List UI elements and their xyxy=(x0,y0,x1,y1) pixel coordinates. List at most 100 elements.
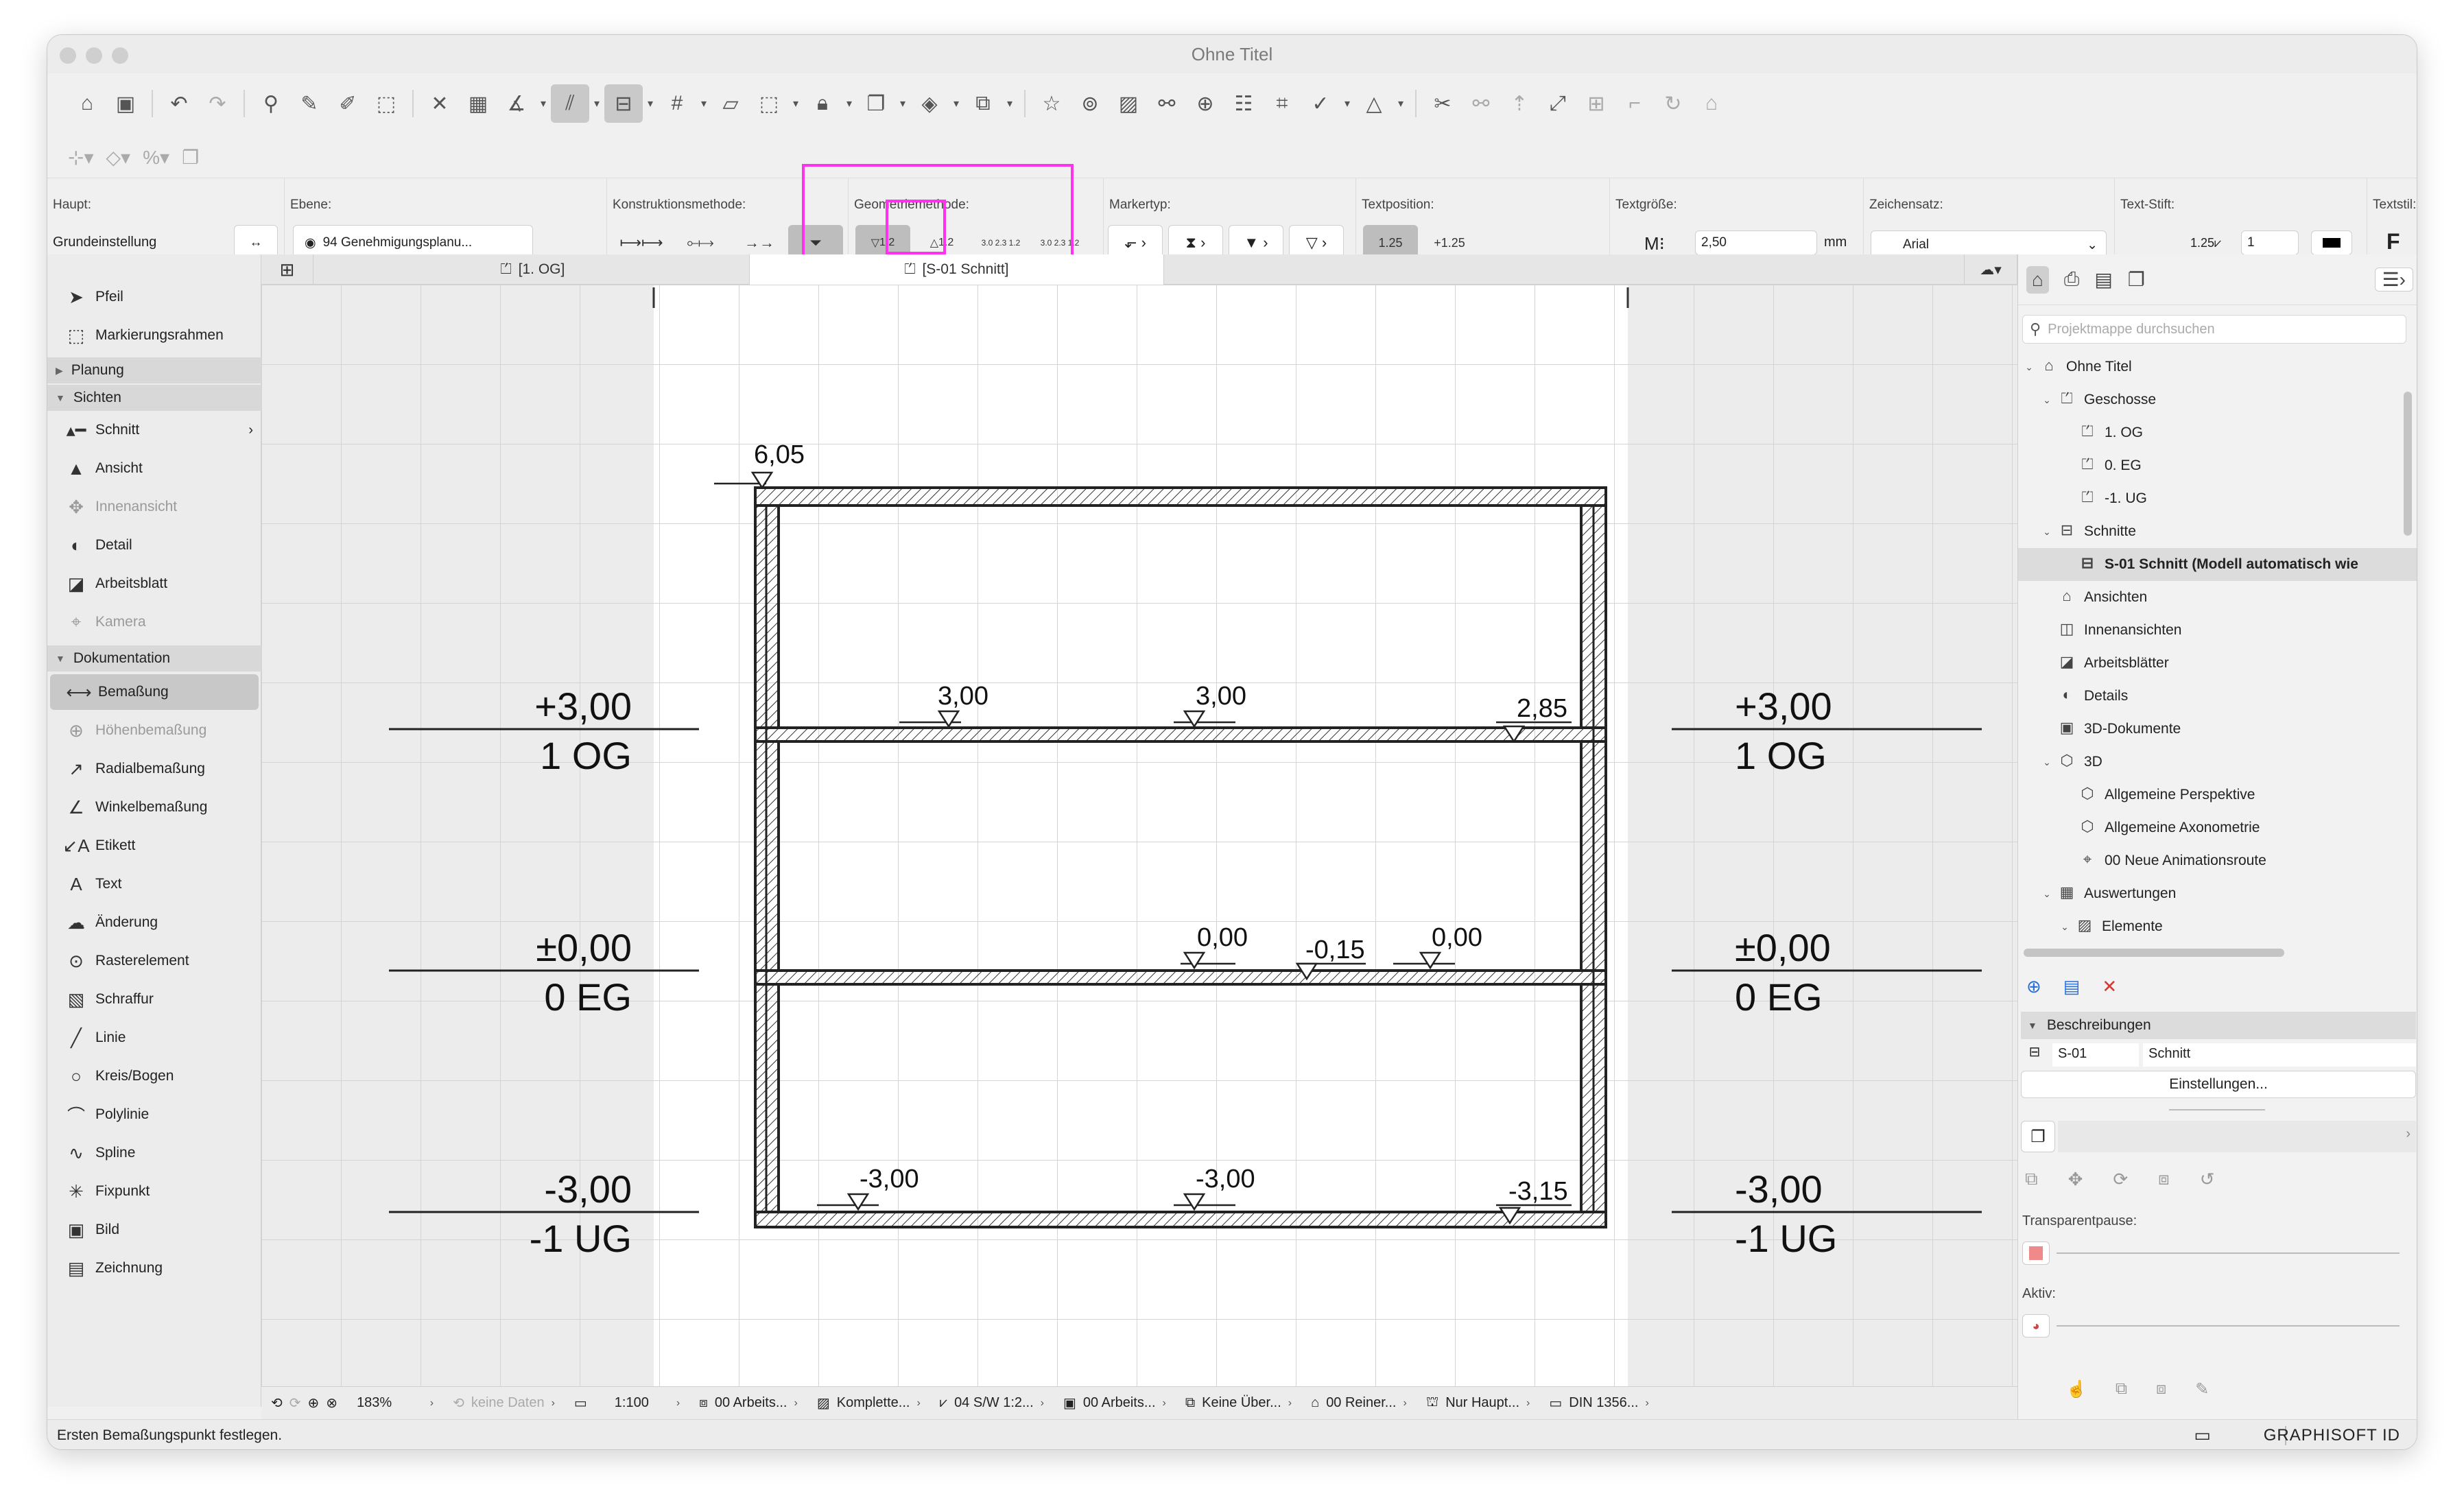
offset-icon[interactable]: ⊹▾ xyxy=(68,146,94,169)
tree-item[interactable]: ⌂ Ansichten xyxy=(2018,581,2402,614)
trace-icon[interactable]: ❐ xyxy=(2021,1121,2055,1152)
trim-icon[interactable]: ⊞ xyxy=(1577,84,1615,123)
tree-item[interactable]: ⌄ ⏍ Geschosse xyxy=(2018,383,2402,416)
chevron-down-icon[interactable]: ▾ xyxy=(1340,97,1355,110)
chevron-down-icon[interactable]: ▾ xyxy=(696,97,711,110)
trace-mirror-icon[interactable]: ⧈ xyxy=(2158,1168,2170,1190)
pen-color-swatch[interactable] xyxy=(2311,230,2352,255)
percent-icon[interactable]: %▾ xyxy=(143,146,169,169)
tree-item[interactable]: ⌄ ⊟ Schnitte xyxy=(2018,515,2402,548)
aktiv-slider[interactable]: ◕ xyxy=(2022,1312,2406,1340)
beschreibungen-header[interactable]: ▼ Beschreibungen xyxy=(2021,1012,2416,1039)
tool-detail[interactable]: ◐ Detail xyxy=(47,527,261,563)
zoom-fit-icon[interactable]: ⊗ xyxy=(326,1394,337,1412)
elevate-icon[interactable]: ⇡ xyxy=(1500,84,1539,123)
tree-item[interactable]: ◫ Innenansichten xyxy=(2018,614,2402,647)
tree-item[interactable]: ⌄ ▨ Elemente xyxy=(2018,910,2402,940)
tool-schraffur[interactable]: ▧ Schraffur xyxy=(47,982,261,1017)
3d-view-icon[interactable]: ⊚ xyxy=(1071,84,1109,123)
tree-scrollbar[interactable] xyxy=(2404,392,2412,536)
view-id-field[interactable]: S-01 xyxy=(2052,1043,2139,1067)
chevron-right-icon[interactable]: › xyxy=(2058,1121,2416,1152)
resize-icon[interactable]: ⤢ xyxy=(1539,84,1577,123)
zoom-select[interactable]: 183% › xyxy=(347,1395,443,1411)
chevron-down-icon[interactable]: ▾ xyxy=(643,97,658,110)
zoom-in-icon[interactable]: ⊕ xyxy=(308,1394,320,1412)
zoom-forward-icon[interactable]: ⟳ xyxy=(289,1394,301,1412)
einstellungen-button[interactable]: Einstellungen... xyxy=(2021,1071,2416,1098)
tool-zeichnung[interactable]: ▤ Zeichnung xyxy=(47,1250,261,1286)
eyedropper-icon[interactable]: ✎ xyxy=(290,84,329,123)
tab-s01-schnitt[interactable]: ⏍ [S-01 Schnitt] xyxy=(750,254,1164,285)
window-icon[interactable]: ▭ xyxy=(2194,1425,2211,1446)
dimension-table-icon[interactable]: ▦ xyxy=(459,84,497,123)
publisher-icon[interactable]: ❐ xyxy=(2128,268,2145,291)
tree-item[interactable]: ⌄ ⬡ 3D xyxy=(2018,746,2402,779)
tool-spline[interactable]: ∿ Spline xyxy=(47,1135,261,1171)
tool-fixpunkt[interactable]: ✳ Fixpunkt xyxy=(47,1174,261,1209)
tree-item[interactable]: ⬡ Allgemeine Perspektive xyxy=(2018,779,2402,811)
textsize-input[interactable]: 2,50 xyxy=(1695,230,1817,255)
drawing-canvas[interactable]: +3,00 1 OG ±0,00 0 EG -3,00 -1 UG +3,00 … xyxy=(261,285,2017,1416)
layout-book-icon[interactable]: ▤ xyxy=(2094,268,2112,291)
link-icon[interactable]: ⚯ xyxy=(1148,84,1186,123)
picture-icon[interactable]: ▨ xyxy=(1109,84,1148,123)
chevron-down-icon[interactable]: ▾ xyxy=(536,97,551,110)
undo-icon[interactable]: ↶ xyxy=(160,84,198,123)
tag-list-icon[interactable]: ☷ xyxy=(1224,84,1263,123)
pen-set-select[interactable]: ⩗ 04 S/W 1:2... › xyxy=(930,1395,1054,1411)
tool-polylinie[interactable]: ⌒ Polylinie xyxy=(47,1097,261,1132)
close-window-button[interactable] xyxy=(60,47,76,64)
redo-icon[interactable]: ↷ xyxy=(198,84,237,123)
group-dokumentation[interactable]: ▼ Dokumentation xyxy=(47,645,261,672)
trace-rotate-icon[interactable]: ⟳ xyxy=(2113,1169,2128,1190)
tool-kamera[interactable]: ⌖ Kamera xyxy=(47,604,261,640)
split-icon[interactable]: ⧈ xyxy=(2156,1379,2166,1410)
tree-item[interactable]: ⏍ -1. UG xyxy=(2018,482,2402,515)
chevron-down-icon[interactable]: ▾ xyxy=(1393,97,1408,110)
check-icon[interactable]: ✓ xyxy=(1301,84,1340,123)
cursor-snap-icon[interactable]: ✕ xyxy=(420,84,459,123)
delete-icon[interactable]: ✕ xyxy=(2102,976,2117,997)
snap-guides-icon[interactable]: ⊟ xyxy=(604,84,643,123)
tool-linie[interactable]: ╱ Linie xyxy=(47,1020,261,1056)
syringe-icon[interactable]: ✐ xyxy=(329,84,367,123)
section-drawing[interactable]: +3,00 1 OG ±0,00 0 EG -3,00 -1 UG +3,00 … xyxy=(261,285,2017,1386)
plane-icon[interactable]: ⏥ xyxy=(711,84,750,123)
bold-button[interactable]: F xyxy=(2386,229,2400,254)
tool-ansicht[interactable]: ▲ Ansicht xyxy=(47,451,261,486)
pen-input[interactable]: 1 xyxy=(2241,230,2299,255)
tool-text[interactable]: A Text xyxy=(47,866,261,902)
group-icon[interactable]: ⧉ xyxy=(964,84,1002,123)
grid-icon[interactable]: # xyxy=(658,84,696,123)
multiply-icon[interactable]: ◇▾ xyxy=(106,146,131,169)
zoom-window-button[interactable] xyxy=(112,47,128,64)
chevron-down-icon[interactable]: ▾ xyxy=(949,97,964,110)
chevron-down-icon[interactable]: ▾ xyxy=(788,97,803,110)
hand-icon[interactable]: ☝ xyxy=(2066,1379,2087,1410)
view-settings-icon[interactable]: ▤ xyxy=(2063,976,2081,997)
tree-item[interactable]: ⊟ S-01 Schnitt (Modell automatisch wie xyxy=(2018,548,2417,581)
graphisoft-id-link[interactable]: GRAPHISOFT ID xyxy=(2264,1426,2400,1445)
renovation-select[interactable]: ⌂ 00 Reiner... › xyxy=(1301,1395,1417,1411)
override-select[interactable]: ⧉ Keine Über... › xyxy=(1176,1395,1301,1411)
chevron-down-icon[interactable]: ▾ xyxy=(589,97,604,110)
slider-track[interactable] xyxy=(2057,1252,2400,1254)
dimension-standard-select[interactable]: ▭ DIN 1356... › xyxy=(1539,1394,1658,1412)
copy-icon[interactable]: ❐ xyxy=(182,146,199,169)
favorites-icon[interactable]: ☆ xyxy=(1032,84,1071,123)
group-planung[interactable]: ▶ Planung xyxy=(47,357,261,383)
shape-icon[interactable]: △ xyxy=(1355,84,1393,123)
chevron-down-icon[interactable]: ▾ xyxy=(842,97,857,110)
tool-arbeitsblatt[interactable]: ◪ Arbeitsblatt xyxy=(47,566,261,602)
tree-item[interactable]: ⌄ ▦ Auswertungen xyxy=(2018,877,2402,910)
tool-radialbemassung[interactable]: ↗ Radialbemaßung xyxy=(47,751,261,787)
tab-overview-icon[interactable]: ⊞ xyxy=(261,254,313,285)
color-wheel-icon[interactable]: ◕ xyxy=(2022,1314,2050,1338)
tree-item[interactable]: ▣ 3D-Dokumente xyxy=(2018,713,2402,746)
tree-item[interactable]: ⌖ 00 Neue Animationsroute xyxy=(2018,844,2402,877)
copy-icon[interactable]: ⧉ xyxy=(2116,1379,2127,1410)
trace-move-icon[interactable]: ⧉ xyxy=(2025,1168,2038,1190)
find-select-icon[interactable]: ⚲ xyxy=(252,84,290,123)
navigator-search[interactable]: ⚲ Projektmappe durchsuchen xyxy=(2022,315,2406,344)
